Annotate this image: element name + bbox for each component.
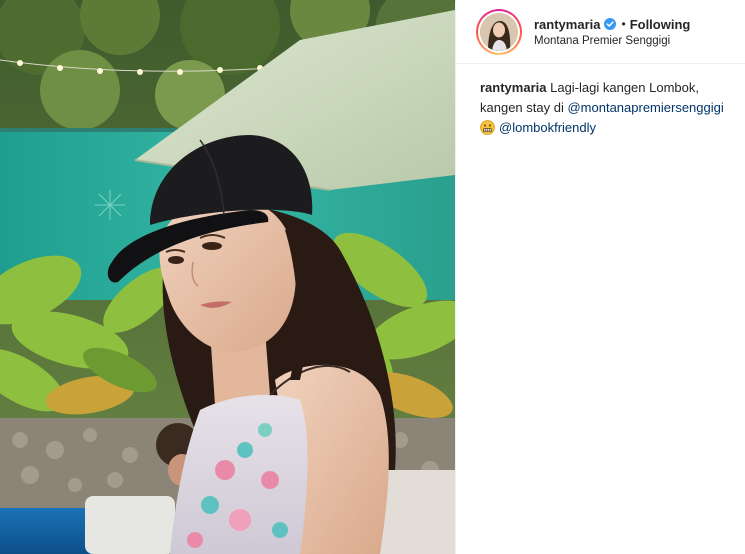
avatar-story-ring[interactable] [476, 8, 522, 55]
verified-badge-icon [604, 18, 617, 30]
location-link[interactable]: Montana Premier Senggigi [534, 35, 690, 47]
author-username[interactable]: rantymaria [534, 17, 600, 32]
mention-lombokfriendly[interactable]: @lombokfriendly [499, 120, 596, 135]
caption-text-part1: Lagi-lagi kangen Lombok, [550, 80, 699, 95]
post-photo[interactable] [0, 0, 455, 554]
avatar[interactable] [480, 12, 518, 51]
grimacing-face-emoji-icon [480, 120, 495, 135]
photo-illustration [0, 0, 455, 554]
instagram-post: rantymaria • Following Montana Premier S… [0, 0, 745, 554]
avatar-image [480, 12, 518, 51]
mention-montanapremiersenggigi[interactable]: @montanapremiersenggigi [567, 100, 723, 115]
following-button[interactable]: Following [630, 17, 691, 32]
header-text: rantymaria • Following Montana Premier S… [534, 17, 690, 47]
post-caption: rantymaria Lagi-lagi kangen Lombok, kang… [456, 64, 745, 138]
post-header: rantymaria • Following Montana Premier S… [456, 0, 745, 64]
author-line: rantymaria • Following [534, 17, 690, 32]
post-details-panel: rantymaria • Following Montana Premier S… [455, 0, 745, 554]
avatar-frame [478, 10, 520, 53]
separator-dot: • [621, 17, 626, 31]
caption-username[interactable]: rantymaria [480, 80, 546, 95]
caption-text-part2: kangen stay di [480, 100, 564, 115]
